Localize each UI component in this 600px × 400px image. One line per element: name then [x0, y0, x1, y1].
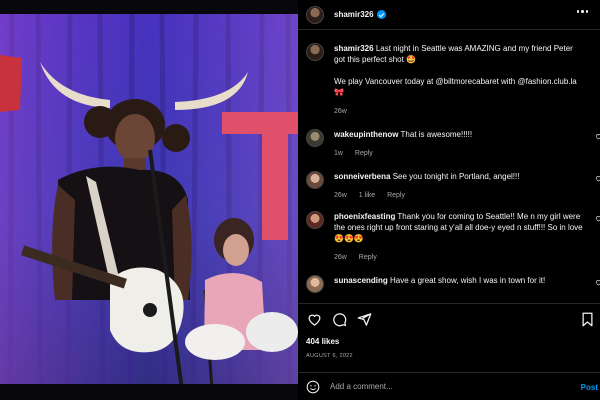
add-comment-bar: Post [298, 372, 600, 400]
reply-button[interactable]: Reply [359, 254, 377, 261]
reply-button[interactable]: Reply [355, 150, 373, 157]
comment-icon[interactable] [332, 312, 347, 327]
post-caption: shamir326 Last night in Seattle was AMAZ… [306, 43, 592, 117]
comment-text: Have a great show, wish I was in town fo… [390, 276, 546, 285]
post-photo [0, 0, 298, 400]
comment-like-count[interactable]: 1 like [359, 192, 375, 199]
comment-text: That is awesome!!!!! [400, 130, 473, 139]
comment-input[interactable] [330, 382, 560, 391]
commenter-username[interactable]: wakeupinthenow [334, 130, 398, 139]
emoji-icon[interactable] [306, 380, 320, 394]
commenter-username[interactable]: sonneiverbena [334, 172, 390, 181]
verified-badge-icon [376, 10, 386, 19]
post-comment-button[interactable]: Post [581, 383, 598, 392]
caption-text-line2: We play Vancouver today at @biltmorecaba… [334, 77, 577, 97]
comment-item: wakeupinthenow That is awesome!!!!! 1w R… [306, 129, 600, 159]
post-header: shamir326 [298, 0, 600, 30]
comment-text: See you tonight in Portland, angel!!! [392, 172, 520, 181]
comment-time: 26w [334, 254, 347, 261]
caption-time: 26w [334, 108, 347, 115]
comments-list[interactable]: shamir326 Last night in Seattle was AMAZ… [298, 31, 600, 301]
comment-heart-icon[interactable] [595, 215, 600, 222]
concert-photo-illustration [0, 0, 298, 400]
more-options-icon[interactable] [576, 10, 588, 13]
commenter-username[interactable]: sunascending [334, 276, 388, 285]
heart-icon[interactable] [307, 312, 322, 327]
comment-heart-icon[interactable] [595, 175, 600, 182]
like-count[interactable]: 404 likes [306, 337, 339, 346]
commenter-avatar[interactable] [306, 211, 324, 229]
comment-item: phoenixfeasting Thank you for coming to … [306, 211, 600, 263]
caption-avatar[interactable] [306, 43, 324, 61]
commenter-avatar[interactable] [306, 275, 324, 293]
comment-heart-icon[interactable] [595, 279, 600, 286]
commenter-username[interactable]: phoenixfeasting [334, 212, 395, 221]
commenter-avatar[interactable] [306, 171, 324, 189]
author-username[interactable]: shamir326 [334, 10, 374, 19]
comment-heart-icon[interactable] [595, 133, 600, 140]
share-icon[interactable] [357, 312, 372, 327]
author-avatar[interactable] [306, 5, 324, 24]
post-date: AUGUST 6, 2022 [306, 353, 353, 359]
caption-username[interactable]: shamir326 [334, 44, 374, 53]
reply-button[interactable]: Reply [387, 192, 405, 199]
bookmark-icon[interactable] [581, 312, 594, 327]
post-details-panel: shamir326 shamir326 Last night in Seattl… [298, 0, 600, 400]
comment-item: sunascending Have a great show, wish I w… [306, 275, 600, 293]
comment-item: sonneiverbena See you tonight in Portlan… [306, 171, 600, 201]
commenter-avatar[interactable] [306, 129, 324, 147]
comment-time: 26w [334, 192, 347, 199]
comment-time: 1w [334, 150, 343, 157]
